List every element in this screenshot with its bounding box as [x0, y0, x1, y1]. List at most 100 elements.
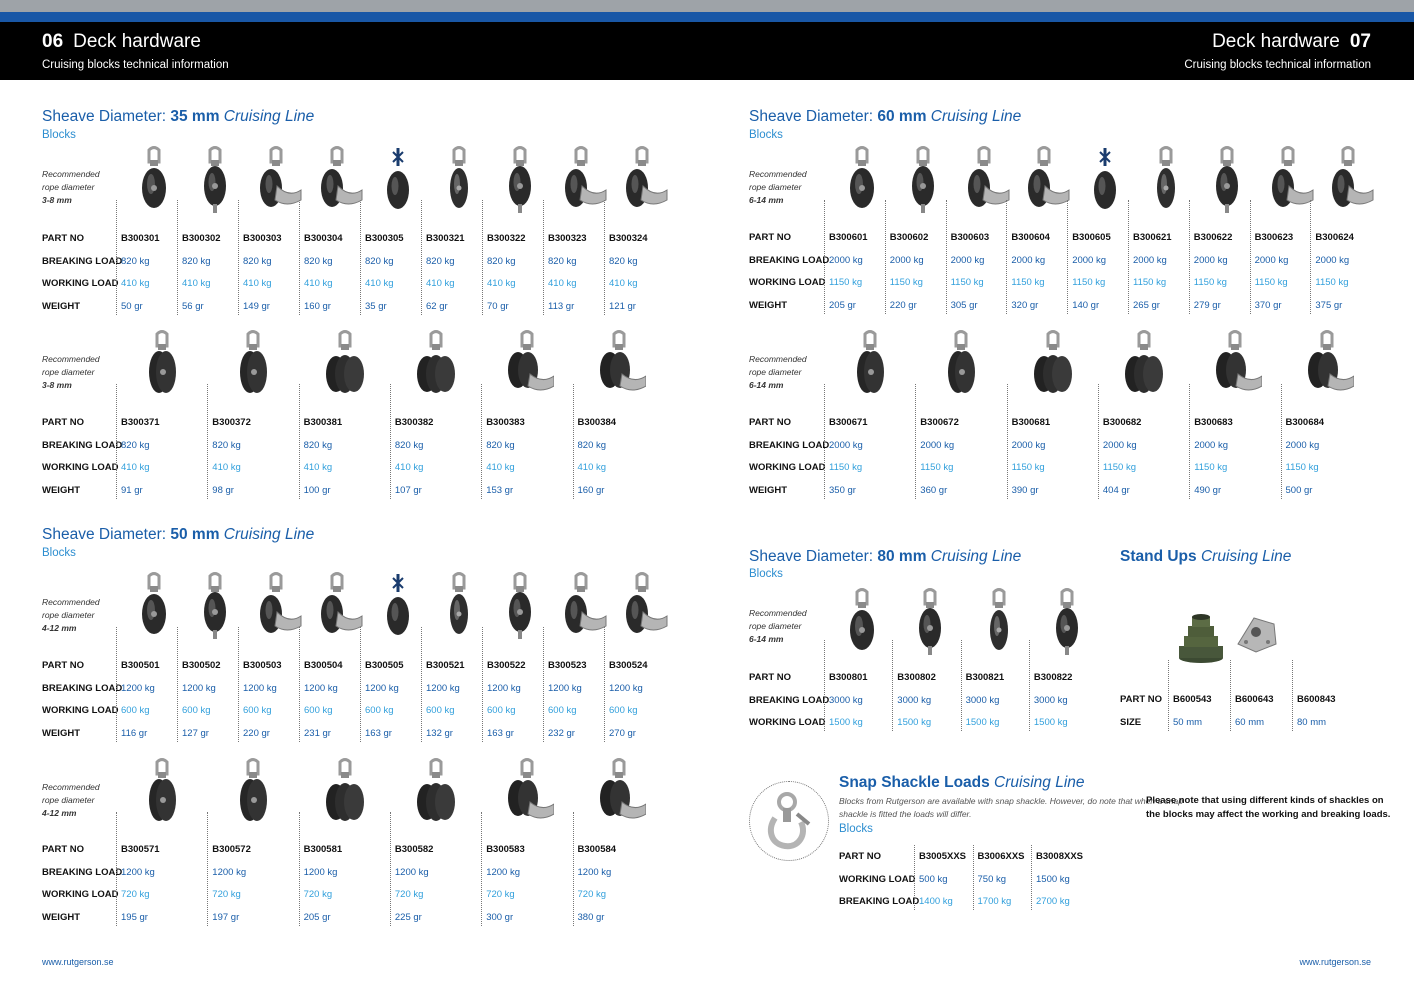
column-divider	[1006, 384, 1008, 499]
column-divider	[572, 384, 574, 499]
s35-t1-block-image-4	[387, 148, 409, 209]
s35-t1-parts-0: B300301	[121, 233, 160, 244]
s80-title-italic: Cruising Line	[926, 548, 1022, 565]
s50-t1-working-4: 600 kg	[365, 705, 394, 716]
s35-t2-working-3: 410 kg	[394, 462, 424, 473]
s60-t1-weight-6: 279 gr	[1193, 299, 1221, 311]
s60-t2-weight-4: 490 gr	[1194, 484, 1222, 496]
s35-t1-parts-2: B300303	[243, 233, 282, 244]
rope-diameter-value: 6-14 mm	[749, 634, 784, 644]
column-divider	[207, 812, 209, 926]
s35-t1-weight-7: 113 gr	[548, 300, 575, 312]
column-divider	[824, 640, 825, 731]
column-divider	[116, 812, 117, 926]
s60-t2-block-image-0	[857, 330, 884, 393]
s50-t1-working-1: 600 kg	[182, 705, 211, 716]
s80-t1-block-image-0	[850, 588, 874, 650]
s50-t2-block-image-4	[508, 758, 555, 819]
column-divider	[543, 627, 544, 742]
s50-t2-weight-5: 380 gr	[577, 911, 605, 923]
s60-t2-block-image-3	[1124, 330, 1163, 393]
s60-t2-breaking-5: 2000 kg	[1285, 439, 1320, 451]
rec-label-2: rope diameter	[749, 621, 802, 631]
column-divider	[1128, 200, 1129, 314]
column-divider	[1028, 640, 1030, 731]
s60-t2-working-2: 1150 kg	[1011, 462, 1045, 473]
s35-t1-breaking-0: 820 kg	[121, 255, 150, 267]
s60-t2-working-1: 1150 kg	[920, 462, 954, 473]
s60-t2-weight-5: 500 gr	[1285, 484, 1313, 496]
s80-t1-working-0: 1500 kg	[829, 717, 863, 728]
column-divider	[572, 812, 574, 926]
column-divider	[360, 627, 361, 742]
s35-t2-parts-label: PART NO	[42, 417, 85, 428]
s80-title-prefix: Sheave Diameter:	[749, 548, 878, 565]
s50-t2-parts-label: PART NO	[42, 844, 85, 855]
s35-t1-weight-6: 70 gr	[487, 300, 509, 312]
s50-t1-working-5: 600 kg	[426, 705, 455, 716]
s50-t1-weight-0: 116 gr	[121, 727, 148, 739]
s50-t1-block-image-3	[321, 572, 363, 633]
s60-t1-working-3: 1150 kg	[1011, 277, 1045, 288]
snap-t1-parts-label: PART NO	[839, 851, 882, 862]
snap-t1-parts-1: B3006XXS	[977, 851, 1025, 862]
page-number-right: 07	[1349, 31, 1371, 52]
s50-t1-parts-0: B300501	[121, 660, 160, 671]
s50-t1-breaking-7: 1200 kg	[548, 682, 582, 694]
s80-t1-parts-1: B300802	[897, 672, 936, 683]
snap-t1-breaking-2: 2700 kg	[1036, 896, 1070, 907]
footer-link-right[interactable]: www.rutgerson.se	[1299, 957, 1371, 967]
s35-title-italic: Cruising Line	[219, 108, 315, 125]
s35-t2-weight-3: 107 gr	[394, 484, 422, 496]
s35-subtitle: Blocks	[42, 129, 76, 141]
stand-up-cone-image	[1179, 614, 1223, 663]
s80-title-bold: 80 mm	[877, 548, 927, 565]
recommended-rope-diameter: Recommended rope diameter 3-8 mm	[42, 168, 100, 207]
s50-t2-block-image-2	[325, 758, 364, 821]
column-divider	[604, 627, 605, 742]
s50-t2-parts-2: B300581	[303, 844, 343, 855]
stand-up-base-image	[1237, 617, 1277, 653]
top-blue-strip	[0, 12, 1414, 22]
snap-title-italic: Cruising Line	[989, 774, 1085, 791]
s35-t1-parts-5: B300321	[426, 233, 465, 244]
s35-t1-parts-1: B300302	[182, 233, 221, 244]
s35-t1-working-6: 410 kg	[487, 278, 516, 289]
s35-t1-parts-7: B300323	[548, 233, 587, 244]
s35-t2-block-image-0	[149, 330, 176, 393]
s60-t1-weight-0: 205 gr	[829, 299, 856, 311]
s60-t2-weight-1: 360 gr	[920, 484, 948, 496]
s35-t2-weight-2: 100 gr	[303, 484, 331, 496]
s35-title-bold: 35 mm	[170, 108, 220, 125]
s60-t1-breaking-4: 2000 kg	[1072, 254, 1106, 266]
recommended-rope-diameter: Recommended rope diameter 6-14 mm	[749, 168, 807, 207]
footer-link-left[interactable]: www.rutgerson.se	[42, 957, 114, 967]
s50-t1-parts-6: B300522	[487, 660, 526, 671]
s50-t1-block-image-2	[260, 572, 302, 633]
s35-t2-parts-1: B300372	[212, 417, 251, 428]
s60-t1-parts-3: B300604	[1011, 232, 1050, 243]
rope-diameter-value: 3-8 mm	[42, 380, 72, 390]
s60-t1-block-image-5	[1157, 146, 1175, 208]
column-divider	[389, 384, 391, 499]
s35-t2-block-image-4	[508, 330, 555, 391]
rec-label-2: rope diameter	[42, 367, 95, 377]
s50-title-bold: 50 mm	[170, 526, 220, 543]
s35-t2-breaking-5: 820 kg	[577, 439, 607, 451]
s50-t1-working-7: 600 kg	[548, 705, 577, 716]
s50-t1-block-image-6	[509, 572, 531, 639]
s50-t1-parts-label: PART NO	[42, 660, 85, 671]
s50-t2-weight-1: 197 gr	[212, 911, 240, 923]
s60-t1-weight-5: 265 gr	[1133, 299, 1160, 311]
s60-t2-breaking-2: 2000 kg	[1011, 439, 1046, 451]
s35-t1-block-image-5	[450, 146, 468, 208]
s50-t1-weight-6: 163 gr	[487, 727, 514, 739]
snap-t1-parts-0: B3005XXS	[919, 851, 967, 862]
s50-t2-weight-4: 300 gr	[486, 911, 514, 923]
column-divider	[421, 627, 422, 742]
s35-t1-working-8: 410 kg	[609, 278, 638, 289]
snap-subtitle: Blocks	[839, 823, 873, 835]
s35-t2-working-label: WORKING LOAD	[42, 462, 119, 473]
s35-t2-parts-0: B300371	[121, 417, 160, 428]
s60-t1-working-2: 1150 kg	[950, 277, 984, 288]
